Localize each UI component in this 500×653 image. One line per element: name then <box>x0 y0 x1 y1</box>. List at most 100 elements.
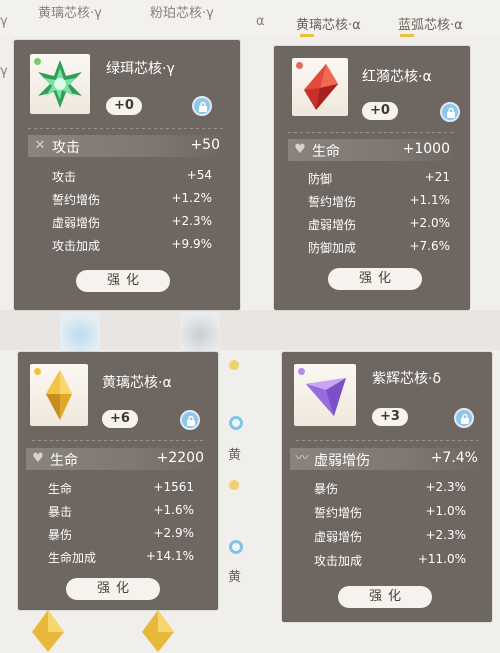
bg-gem-icon <box>28 608 68 653</box>
level-badge: +0 <box>106 97 142 115</box>
sub-stat-row: 暴伤 +2.3% <box>314 480 466 498</box>
main-stat-row: ♥ 生命 +2200 <box>26 448 208 470</box>
bg-item-label: 黄璃芯核·γ <box>38 6 102 21</box>
sub-stat-value: +2.9% <box>153 526 194 540</box>
lock-icon <box>461 413 469 424</box>
wave-icon: 〰 <box>295 451 309 466</box>
bg-side-label: 黄 <box>228 570 242 585</box>
bg-side-label: 黄 <box>228 448 242 463</box>
core-thumbnail <box>30 54 90 114</box>
sub-stat-label: 防御加成 <box>308 241 357 255</box>
sub-stat-label: 虚弱增伤 <box>308 218 357 232</box>
sub-stat-label: 攻击 <box>52 170 77 184</box>
bg-item-icon <box>229 480 239 490</box>
upgrade-button[interactable]: 强化 <box>66 578 160 600</box>
main-stat-label: 生命 <box>50 453 78 469</box>
bg-item-label: 黄璃芯核·α <box>296 18 361 33</box>
main-stat-row: ♥ 生命 +1000 <box>288 139 456 161</box>
main-stat-label: 攻击 <box>52 140 80 156</box>
sub-stat-value: +2.3% <box>425 528 466 542</box>
green-star-gem-icon <box>38 60 82 108</box>
bg-marker <box>400 34 414 37</box>
main-stat-value: +50 <box>190 137 220 153</box>
upgrade-button[interactable]: 强化 <box>328 268 422 290</box>
sub-stat-row: 暴击 +1.6% <box>48 503 194 521</box>
sub-stat-value: +2.3% <box>425 480 466 494</box>
sub-stat-row: 生命 +1561 <box>48 480 194 498</box>
lock-icon <box>447 107 455 118</box>
sub-stat-label: 誓约增伤 <box>52 193 101 207</box>
bg-item-icon <box>229 416 243 430</box>
sub-stat-label: 防御 <box>308 172 333 186</box>
bg-item-icon <box>229 360 239 370</box>
core-name: 紫辉芯核·δ <box>372 371 442 387</box>
sub-stat-label: 虚弱增伤 <box>314 530 363 544</box>
divider <box>296 440 478 441</box>
sub-stat-row: 防御加成 +7.6% <box>308 239 450 257</box>
divider <box>288 132 456 133</box>
red-diamond-gem-icon <box>304 64 338 110</box>
sub-stat-label: 暴击 <box>48 505 73 519</box>
sub-stat-row: 虚弱增伤 +2.3% <box>52 214 212 232</box>
yellow-diamond-gem-icon <box>46 370 72 420</box>
sub-stat-value: +1561 <box>153 480 194 494</box>
sub-stat-value: +2.0% <box>409 216 450 230</box>
lock-toggle[interactable] <box>192 96 212 116</box>
bg-side-label: γ <box>0 64 8 79</box>
main-stat-value: +2200 <box>156 450 204 466</box>
sub-stat-value: +9.9% <box>171 237 212 251</box>
lock-toggle[interactable] <box>180 410 200 430</box>
bg-gem-icon <box>138 608 178 653</box>
heart-icon: ♥ <box>294 142 306 157</box>
core-name: 红漪芯核·α <box>362 69 432 85</box>
core-thumbnail <box>30 364 88 426</box>
sub-stat-value: +54 <box>186 168 212 182</box>
level-badge: +3 <box>372 408 408 426</box>
upgrade-button[interactable]: 强化 <box>76 270 170 292</box>
sub-stat-value: +1.0% <box>425 504 466 518</box>
main-stat-value: +7.4% <box>430 450 478 466</box>
sub-stat-row: 攻击加成 +11.0% <box>314 552 466 570</box>
lock-icon <box>199 101 207 112</box>
core-detail-card: 红漪芯核·α +0 ♥ 生命 +1000 防御 +21 誓约增伤 +1.1% 虚… <box>274 46 470 310</box>
bg-item-label: 粉珀芯核·γ <box>150 6 214 21</box>
sub-stat-label: 生命 <box>48 482 73 496</box>
bg-item-icon <box>229 540 243 554</box>
sub-stat-value: +1.2% <box>171 191 212 205</box>
upgrade-button[interactable]: 强化 <box>338 586 432 608</box>
sub-stat-value: +2.3% <box>171 214 212 228</box>
sub-stat-row: 誓约增伤 +1.1% <box>308 193 450 211</box>
core-detail-card: 黄璃芯核·α +6 ♥ 生命 +2200 生命 +1561 暴击 +1.6% 暴… <box>18 352 218 610</box>
bg-gem-icon <box>60 312 100 357</box>
bg-side-label: γ <box>0 14 8 29</box>
sub-stat-label: 暴伤 <box>48 528 73 542</box>
lock-toggle[interactable] <box>454 408 474 428</box>
sub-stat-value: +21 <box>424 170 450 184</box>
sub-stat-value: +1.1% <box>409 193 450 207</box>
sub-stat-value: +11.0% <box>417 552 466 566</box>
core-detail-card: 紫辉芯核·δ +3 〰 虚弱增伤 +7.4% 暴伤 +2.3% 誓约增伤 +1.… <box>282 352 492 622</box>
main-stat-row: 〰 虚弱增伤 +7.4% <box>290 448 482 470</box>
sub-stat-label: 生命加成 <box>48 551 97 565</box>
sub-stat-row: 暴伤 +2.9% <box>48 526 194 544</box>
sub-stat-label: 虚弱增伤 <box>52 216 101 230</box>
core-thumbnail <box>294 364 356 426</box>
bg-side-label: α <box>256 14 265 29</box>
core-detail-card: 绿珥芯核·γ +0 ✕ 攻击 +50 攻击 +54 誓约增伤 +1.2% 虚弱增… <box>14 40 240 310</box>
divider <box>32 440 204 441</box>
sub-stat-label: 攻击加成 <box>314 554 363 568</box>
sub-stat-value: +1.6% <box>153 503 194 517</box>
bg-item-label: 蓝弧芯核·α <box>398 18 463 33</box>
sub-stat-row: 生命加成 +14.1% <box>48 549 194 567</box>
bg-marker <box>300 34 314 37</box>
sub-stat-label: 誓约增伤 <box>308 195 357 209</box>
bg-gem-icon <box>180 312 220 357</box>
lock-toggle[interactable] <box>440 102 460 122</box>
main-stat-row: ✕ 攻击 +50 <box>28 135 226 157</box>
main-stat-label: 生命 <box>312 144 340 160</box>
sub-stat-row: 攻击加成 +9.9% <box>52 237 212 255</box>
sub-stat-row: 虚弱增伤 +2.0% <box>308 216 450 234</box>
sub-stat-row: 攻击 +54 <box>52 168 212 186</box>
core-name: 绿珥芯核·γ <box>106 61 175 77</box>
sub-stat-row: 虚弱增伤 +2.3% <box>314 528 466 546</box>
